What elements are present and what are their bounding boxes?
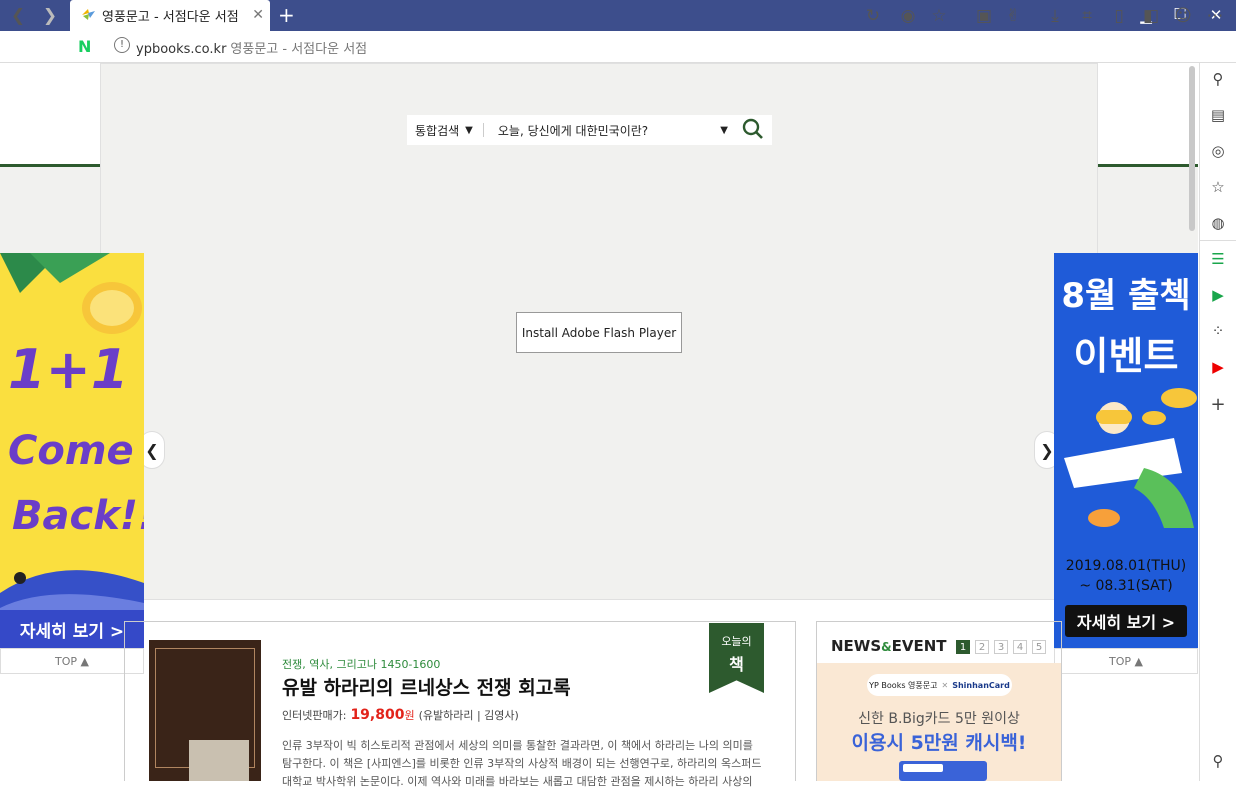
new-tab-button[interactable]: + bbox=[278, 3, 295, 27]
book-price: 19,800 bbox=[350, 707, 405, 723]
sidebar-divider bbox=[1200, 240, 1236, 241]
badge-top-text: 오늘의 bbox=[721, 635, 752, 648]
news-page-3[interactable]: 3 bbox=[994, 640, 1008, 654]
right-ad-subheadline: 이벤트 bbox=[1073, 334, 1179, 378]
yp-logo: YP Books 영풍문고 bbox=[869, 680, 938, 690]
sidebar-add-icon[interactable]: + bbox=[1208, 394, 1228, 415]
news-pagination: 1 2 3 4 5 bbox=[956, 640, 1046, 654]
favicon-icon bbox=[80, 7, 96, 24]
book-price-row: 인터넷판매가: 19,800 원 (유발하라리 | 김영사) bbox=[282, 707, 519, 723]
book-author: (유발하라리 | 김영사) bbox=[418, 709, 519, 722]
news-page-2[interactable]: 2 bbox=[975, 640, 989, 654]
extension-icon[interactable]: ✌ bbox=[1003, 6, 1023, 26]
page-scrollbar[interactable] bbox=[1189, 66, 1195, 231]
line-messenger-icon[interactable]: ▣ bbox=[974, 6, 994, 26]
browser-sidebar bbox=[1199, 63, 1236, 781]
bookmark-star-icon[interactable]: ☆ bbox=[929, 6, 949, 26]
site-info-icon[interactable]: ! bbox=[114, 37, 130, 53]
right-ad-headline: 8월 출첵 bbox=[1061, 276, 1191, 316]
left-ad-cta[interactable]: 자세히 보기 > bbox=[0, 610, 144, 648]
right-ad-date-start: 2019.08.01(THU) bbox=[1065, 558, 1187, 574]
card-image bbox=[899, 761, 987, 781]
sidebar-history-icon[interactable]: ◍ bbox=[1208, 214, 1228, 234]
split-view-icon[interactable]: ◧ bbox=[1141, 6, 1161, 26]
left-ad-back: Back!! bbox=[12, 493, 144, 539]
header-left-fill bbox=[0, 63, 100, 163]
book-title[interactable]: 유발 하라리의 르네상스 전쟁 회고록 bbox=[282, 673, 571, 700]
book-price-label: 인터넷판매가: bbox=[282, 709, 347, 722]
left-ad-headline: 1+1 bbox=[8, 338, 129, 401]
left-banner-ad[interactable]: 1+1 Come Back!! 자세히 보기 > bbox=[0, 253, 144, 648]
news-page-4[interactable]: 4 bbox=[1013, 640, 1027, 654]
badge-bottom-text: 책 bbox=[729, 655, 744, 674]
news-banner-line1: 신한 B.Big카드 5만 원이상 bbox=[858, 711, 1020, 727]
reload-icon[interactable]: ↻ bbox=[863, 6, 883, 26]
right-top-button[interactable]: TOP ▲ bbox=[1054, 648, 1198, 674]
url-title: 영풍문고 - 서점다운 서점 bbox=[230, 42, 368, 57]
book-desc-line2: 탐구한다. 이 책은 [사피엔스]를 비롯한 인류 3부작의 사상적 배경이 되… bbox=[282, 757, 762, 770]
search-category[interactable]: 통합검색 bbox=[415, 122, 459, 139]
naver-home-icon[interactable]: N bbox=[78, 37, 95, 56]
tab-title: 영풍문고 - 서점다운 서점 bbox=[102, 10, 239, 25]
menu-more-icon[interactable]: ⋯ bbox=[1205, 6, 1225, 26]
news-event-banner[interactable]: YP Books 영풍문고 ✕ ShinhanCard 신한 B.Big카드 5… bbox=[817, 663, 1061, 781]
forward-icon[interactable]: ❯ bbox=[40, 6, 60, 26]
sidebar-pin-icon[interactable]: ⚲ bbox=[1208, 752, 1228, 772]
news-page-1[interactable]: 1 bbox=[956, 640, 970, 654]
chevron-down-icon[interactable]: ▼ bbox=[465, 125, 473, 136]
right-banner-ad[interactable]: 8월 출첵 이벤트 2019.08.01(THU) ~ 08.31(SAT) 자… bbox=[1054, 253, 1198, 648]
header-band-right bbox=[1098, 167, 1198, 253]
sidebar-archive-icon[interactable]: ▤ bbox=[1208, 106, 1228, 126]
sidebar-bookmark-icon[interactable]: ☆ bbox=[1208, 178, 1228, 198]
right-ad-cta[interactable]: 자세히 보기 > bbox=[1065, 605, 1187, 637]
search-divider bbox=[482, 123, 484, 137]
sidebar-play-icon[interactable]: ▶ bbox=[1208, 286, 1228, 306]
browser-tab[interactable]: 영풍문고 - 서점다운 서점 ✕ bbox=[70, 0, 270, 31]
sidebar-apps-icon[interactable]: ⁘ bbox=[1208, 322, 1228, 342]
right-ad-date-end: ~ 08.31(SAT) bbox=[1079, 578, 1173, 594]
left-ad-come: Come bbox=[8, 428, 134, 474]
profile-avatar-icon[interactable]: ☺ bbox=[1173, 6, 1193, 26]
address-bar[interactable]: ypbooks.co.kr 영풍문고 - 서점다운 서점 bbox=[136, 38, 367, 57]
whale-shield-icon[interactable]: ◉ bbox=[898, 6, 918, 26]
search-bar: 통합검색 ▼ 오늘, 당신에게 대한민국이란? ▼ bbox=[407, 115, 772, 145]
news-event-title: NEWS&EVENT bbox=[831, 637, 947, 655]
search-icon[interactable] bbox=[742, 118, 764, 143]
sidebar-shield-icon[interactable]: ◎ bbox=[1208, 142, 1228, 162]
sidebar-list-icon[interactable]: ☰ bbox=[1208, 250, 1228, 270]
book-price-unit: 원 bbox=[404, 709, 415, 722]
sidebar-toggle-icon[interactable]: ▯ bbox=[1109, 6, 1129, 26]
news-banner-logos: YP Books 영풍문고 ✕ ShinhanCard bbox=[867, 674, 1012, 696]
shinhan-logo: ShinhanCard bbox=[952, 680, 1010, 690]
tab-close-icon[interactable]: ✕ bbox=[252, 7, 264, 23]
left-top-button[interactable]: TOP ▲ bbox=[0, 648, 144, 674]
book-desc-line1: 인류 3부작이 빅 히스토리적 관점에서 세상의 의미를 통찰한 결과라면, 이… bbox=[282, 739, 753, 752]
chevron-down-icon[interactable]: ▼ bbox=[720, 125, 728, 136]
logo-separator: ✕ bbox=[941, 680, 949, 690]
back-icon[interactable]: ❮ bbox=[8, 6, 28, 26]
news-banner-line2: 이용시 5만원 캐시백! bbox=[851, 732, 1027, 754]
sidebar-search-icon[interactable]: ⚲ bbox=[1208, 70, 1228, 90]
news-page-5[interactable]: 5 bbox=[1032, 640, 1046, 654]
screenshot-icon[interactable]: ⌗ bbox=[1077, 6, 1097, 26]
sidebar-youtube-icon[interactable]: ▶ bbox=[1208, 358, 1228, 378]
news-title-news: NEWS bbox=[831, 637, 882, 655]
search-input[interactable]: 오늘, 당신에게 대한민국이란? bbox=[498, 122, 720, 139]
book-cover-image[interactable] bbox=[149, 640, 261, 781]
header-band-left bbox=[0, 167, 100, 253]
book-desc-line3: 대학교 박사학위 논문이다. 이제 역사와 미래를 바라보는 새롭고 대담한 관… bbox=[282, 775, 753, 788]
book-category: 전쟁, 역사, 그리고나 1450-1600 bbox=[282, 658, 441, 671]
news-title-event: EVENT bbox=[891, 637, 947, 655]
url-domain: ypbooks.co.kr bbox=[136, 42, 227, 57]
news-title-amp: & bbox=[881, 640, 892, 654]
install-flash-button[interactable]: Install Adobe Flash Player bbox=[516, 312, 682, 353]
right-ad-illustration bbox=[1064, 388, 1197, 528]
download-icon[interactable]: ⤓ bbox=[1045, 6, 1065, 26]
